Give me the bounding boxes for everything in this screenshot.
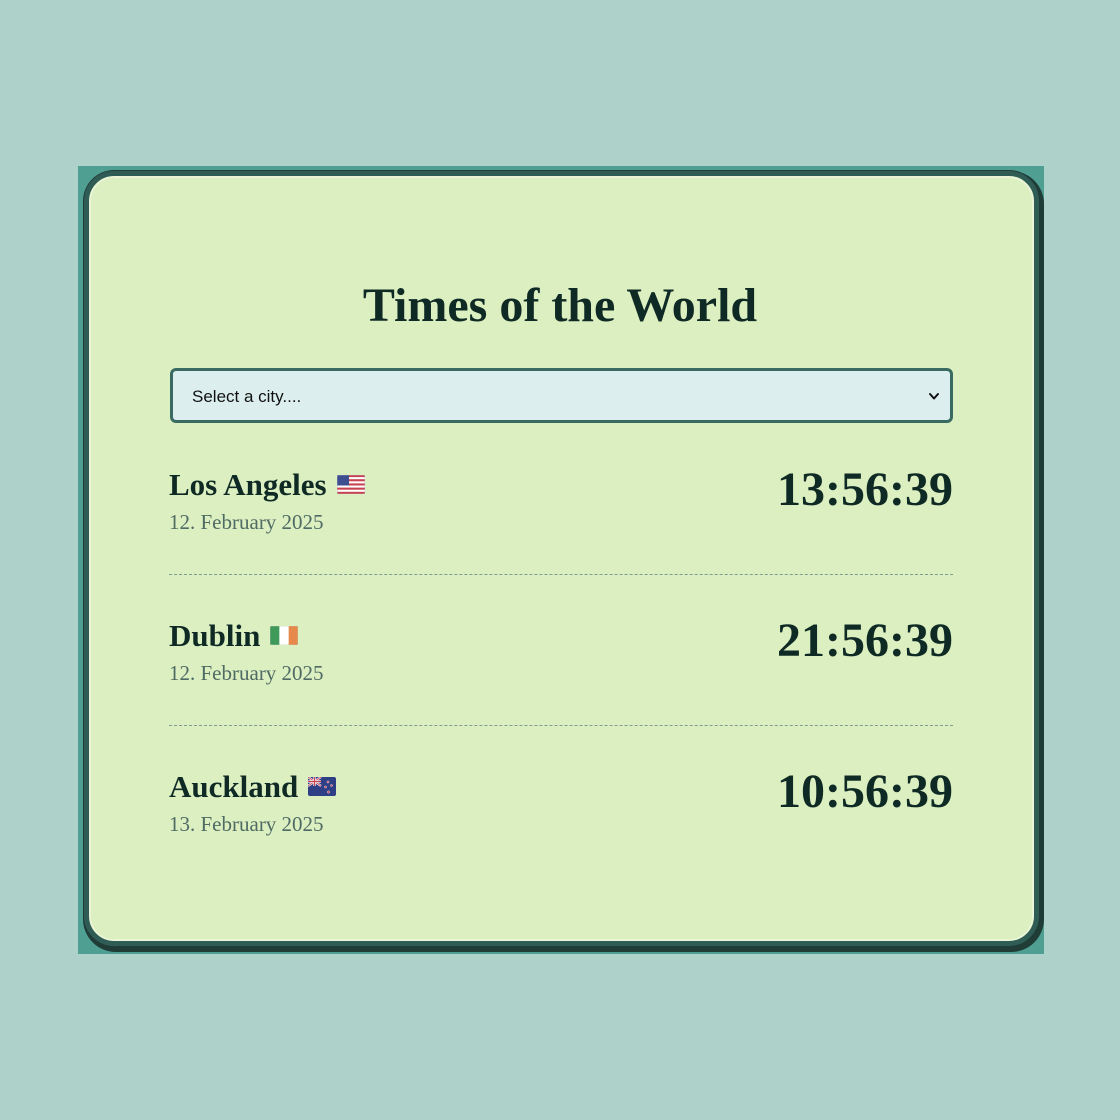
ireland-flag-icon <box>270 626 299 646</box>
city-time: 21:56:39 <box>777 614 953 667</box>
city-time: 10:56:39 <box>777 765 953 818</box>
chevron-down-icon <box>929 393 939 400</box>
city-date: 12. February 2025 <box>169 661 324 685</box>
clock-row-los-angeles: Los Angeles 12. February 2025 13:56:39 <box>169 462 953 572</box>
page-title: Times of the World <box>362 279 758 332</box>
city-name-row: Dublin <box>169 617 299 655</box>
row-divider <box>169 574 953 575</box>
city-date: 13. February 2025 <box>169 812 324 836</box>
clock-row-dublin: Dublin 12. February 2025 21:56:39 <box>169 613 953 723</box>
city-name-row: Los Angeles <box>169 466 365 504</box>
clock-row-auckland: Auckland 13. February 2025 10:56:39 <box>169 764 953 874</box>
city-time: 13:56:39 <box>777 463 953 516</box>
city-name-row: Auckland <box>169 768 337 806</box>
us-flag-icon <box>336 475 365 495</box>
city-name: Dublin <box>169 618 261 653</box>
city-name: Auckland <box>169 769 299 804</box>
city-name: Los Angeles <box>169 467 327 502</box>
city-select-value: Select a city.... <box>192 387 302 406</box>
city-select[interactable]: Select a city.... <box>170 368 953 423</box>
new-zealand-flag-icon <box>308 777 337 797</box>
row-divider <box>169 725 953 726</box>
city-date: 12. February 2025 <box>169 510 324 534</box>
